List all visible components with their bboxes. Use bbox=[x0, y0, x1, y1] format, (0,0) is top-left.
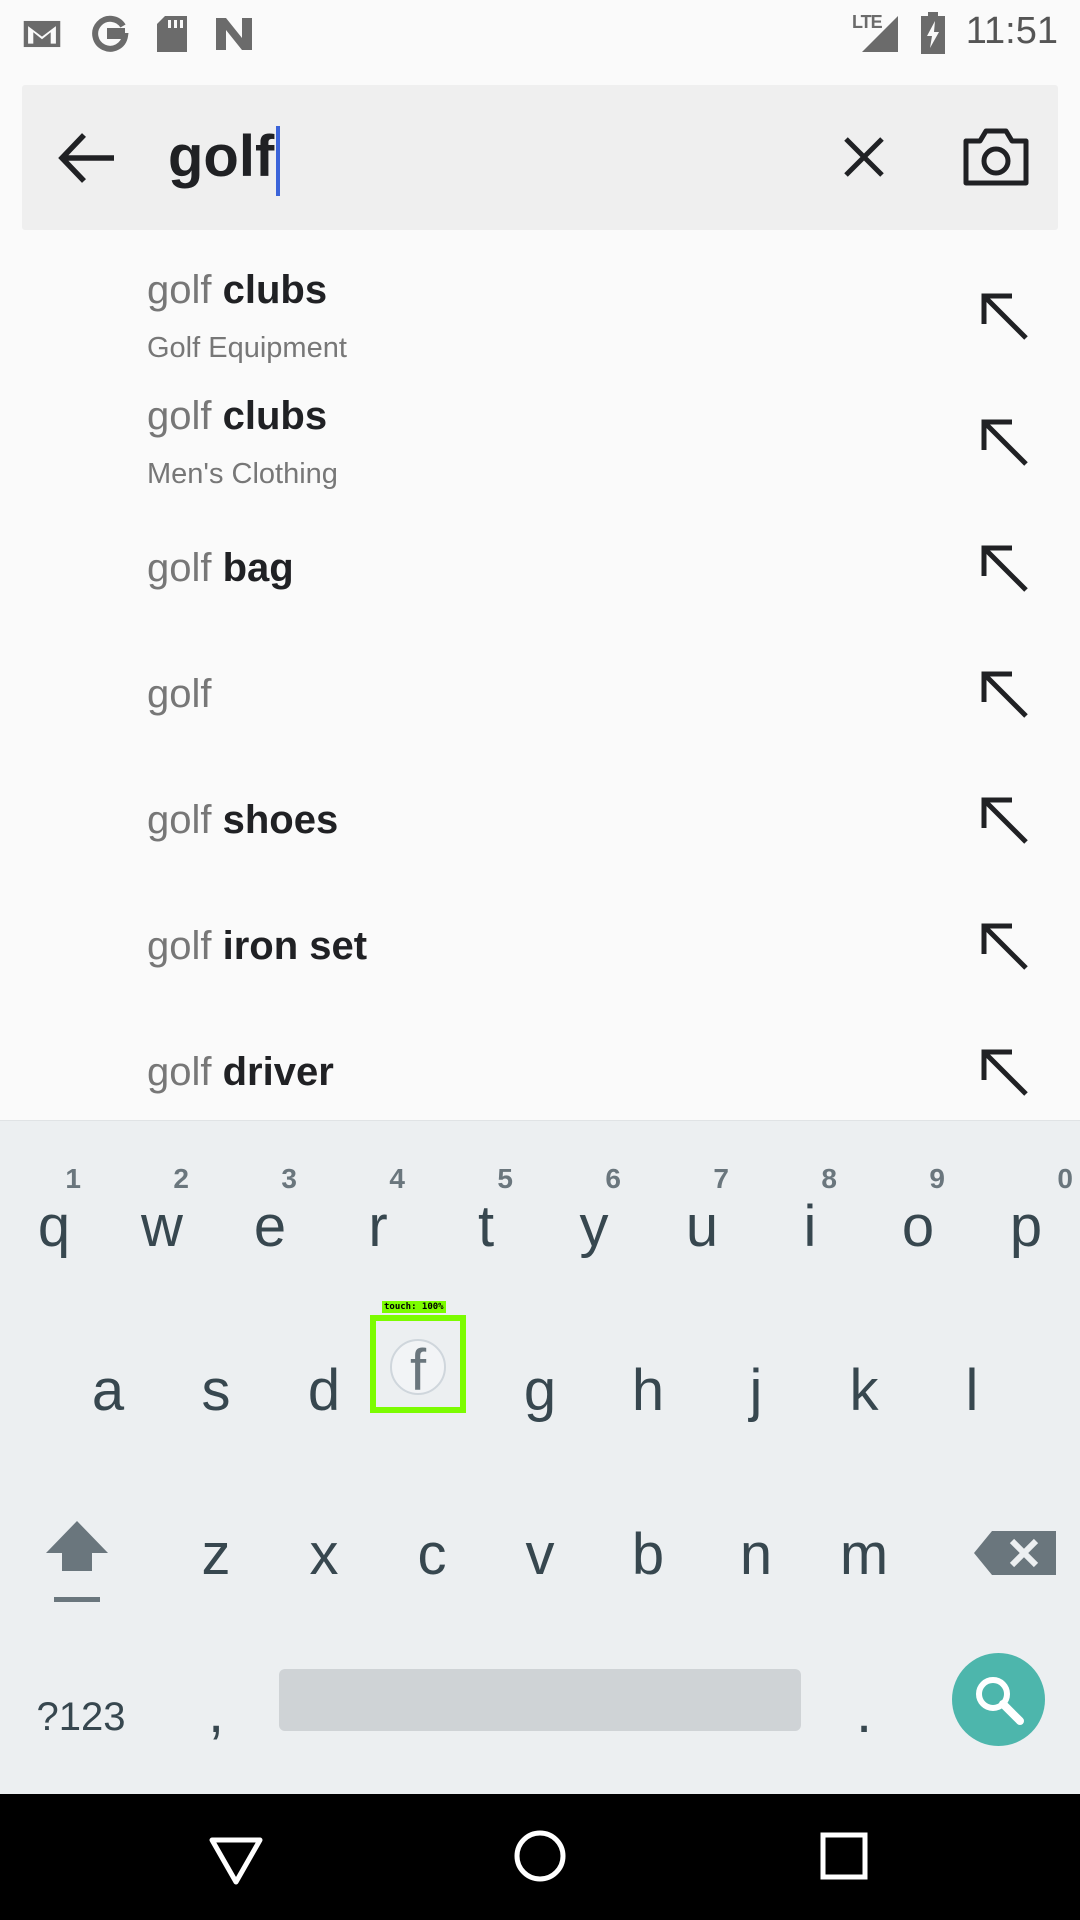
key-l[interactable]: l bbox=[923, 1305, 1021, 1445]
text-cursor bbox=[276, 125, 281, 196]
key-j[interactable]: j bbox=[707, 1305, 805, 1445]
key-o[interactable]: 9o bbox=[869, 1141, 967, 1281]
key-t[interactable]: 5t bbox=[437, 1141, 535, 1281]
suggestion-text: golf shoes bbox=[147, 798, 339, 842]
key-u[interactable]: 7u bbox=[653, 1141, 751, 1281]
recents-square-icon[interactable] bbox=[814, 1826, 874, 1886]
home-circle-icon[interactable] bbox=[510, 1826, 570, 1886]
keyboard: 1q 2w 3e 4r 5t 6y 7u 8i 9o 0p a s d touc… bbox=[0, 1120, 1080, 1795]
clock: 11:51 bbox=[965, 10, 1058, 52]
back-arrow-icon[interactable] bbox=[52, 123, 122, 193]
key-k[interactable]: k bbox=[815, 1305, 913, 1445]
key-d[interactable]: d bbox=[275, 1305, 373, 1445]
comma-key[interactable]: , bbox=[167, 1633, 265, 1773]
search-query-text: golf bbox=[168, 124, 275, 189]
suggestion-text: golf bbox=[147, 672, 212, 716]
key-b[interactable]: b bbox=[599, 1469, 697, 1609]
key-v[interactable]: v bbox=[491, 1469, 589, 1609]
key-r[interactable]: 4r bbox=[329, 1141, 427, 1281]
google-icon bbox=[90, 14, 130, 54]
backspace-key[interactable] bbox=[960, 1469, 1070, 1609]
suggestion-text: golf clubs bbox=[147, 268, 328, 312]
key-q[interactable]: 1q bbox=[5, 1141, 103, 1281]
key-n[interactable]: n bbox=[707, 1469, 805, 1609]
search-icon bbox=[976, 1677, 1024, 1725]
key-m[interactable]: m bbox=[815, 1469, 913, 1609]
suggestion-row[interactable]: golf driver bbox=[0, 1008, 1080, 1134]
suggestion-text: golf clubs bbox=[147, 394, 328, 438]
key-p[interactable]: 0p bbox=[977, 1141, 1075, 1281]
suggestion-text: golf iron set bbox=[147, 924, 368, 968]
key-z[interactable]: z bbox=[167, 1469, 265, 1609]
sd-card-icon bbox=[152, 14, 192, 54]
clear-icon[interactable] bbox=[832, 125, 896, 189]
key-y[interactable]: 6y bbox=[545, 1141, 643, 1281]
key-a[interactable]: a bbox=[59, 1305, 157, 1445]
space-bar[interactable] bbox=[279, 1669, 801, 1731]
suggestion-text: golf driver bbox=[147, 1050, 334, 1094]
key-h[interactable]: h bbox=[599, 1305, 697, 1445]
search-bar: golf bbox=[22, 85, 1058, 230]
key-f[interactable]: touch: 100% f bbox=[370, 1301, 466, 1413]
suggestion-row[interactable]: golf iron set bbox=[0, 882, 1080, 1008]
fill-query-arrow-icon[interactable] bbox=[976, 666, 1032, 722]
period-key[interactable]: . bbox=[815, 1633, 913, 1773]
key-i[interactable]: 8i bbox=[761, 1141, 859, 1281]
suggestion-category: Golf Equipment bbox=[147, 332, 347, 364]
key-s[interactable]: s bbox=[167, 1305, 265, 1445]
symbols-key[interactable]: ?123 bbox=[22, 1633, 140, 1773]
status-bar: LTE 11:51 bbox=[0, 0, 1080, 64]
fill-query-arrow-icon[interactable] bbox=[976, 918, 1032, 974]
suggestion-row[interactable]: golf shoes bbox=[0, 756, 1080, 882]
suggestion-row[interactable]: golf bbox=[0, 630, 1080, 756]
signal-icon: LTE bbox=[852, 12, 900, 54]
gmail-icon bbox=[22, 14, 62, 54]
key-w[interactable]: 2w bbox=[113, 1141, 211, 1281]
suggestion-row[interactable]: golf clubs Golf Equipment bbox=[0, 252, 1080, 378]
suggestion-row[interactable]: golf bag bbox=[0, 504, 1080, 630]
fill-query-arrow-icon[interactable] bbox=[976, 414, 1032, 470]
key-c[interactable]: c bbox=[383, 1469, 481, 1609]
shift-key[interactable] bbox=[22, 1469, 132, 1609]
network-type-label: LTE bbox=[852, 12, 883, 32]
fill-query-arrow-icon[interactable] bbox=[976, 540, 1032, 596]
camera-icon[interactable] bbox=[960, 125, 1032, 189]
key-e[interactable]: 3e bbox=[221, 1141, 319, 1281]
touch-indicator-label: touch: 100% bbox=[382, 1301, 446, 1313]
suggestion-row[interactable]: golf clubs Men's Clothing bbox=[0, 378, 1080, 504]
fill-query-arrow-icon[interactable] bbox=[976, 792, 1032, 848]
fill-query-arrow-icon[interactable] bbox=[976, 1044, 1032, 1100]
navigation-bar bbox=[0, 1794, 1080, 1920]
n-icon bbox=[214, 14, 254, 54]
search-key[interactable] bbox=[952, 1653, 1045, 1746]
key-x[interactable]: x bbox=[275, 1469, 373, 1609]
suggestion-category: Men's Clothing bbox=[147, 458, 338, 490]
suggestion-text: golf bag bbox=[147, 546, 294, 590]
fill-query-arrow-icon[interactable] bbox=[976, 288, 1032, 344]
back-triangle-icon[interactable] bbox=[206, 1828, 266, 1888]
key-g[interactable]: g bbox=[491, 1305, 589, 1445]
search-input[interactable]: golf bbox=[168, 121, 281, 196]
battery-charging-icon bbox=[920, 12, 946, 54]
